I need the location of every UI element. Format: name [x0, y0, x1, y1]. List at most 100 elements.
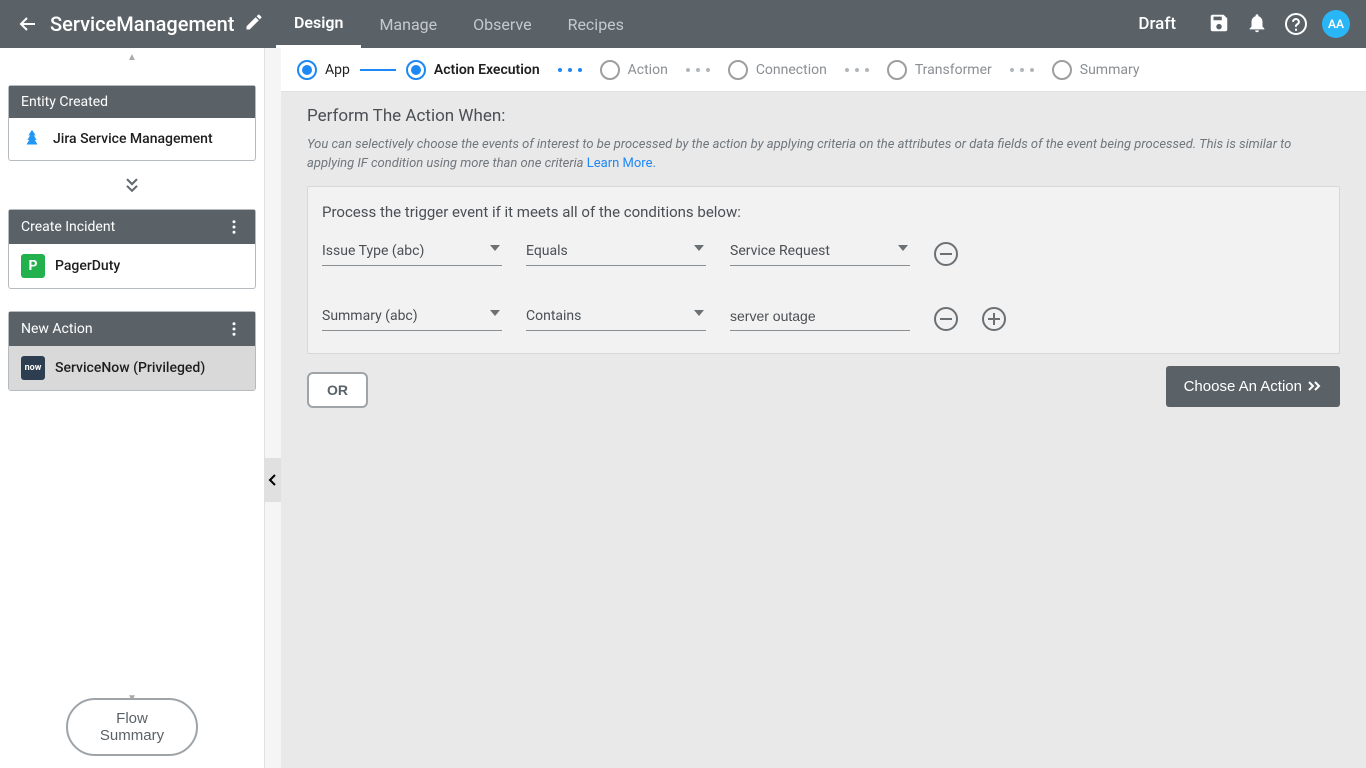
operator-dropdown[interactable]: Equals: [526, 239, 706, 266]
dropdown-caret-icon: [490, 245, 500, 251]
step-transformer[interactable]: Transformer: [887, 60, 992, 80]
attribute-dropdown[interactable]: Issue Type (abc): [322, 239, 502, 266]
splitter: [265, 48, 281, 768]
tab-design[interactable]: Design: [276, 0, 361, 48]
operator-value: Equals: [526, 239, 706, 265]
sidebar: ▲ Entity Created Jira Service Management: [0, 48, 265, 768]
panel-helper: You can selectively choose the events of…: [307, 136, 1340, 174]
flow-card-trigger[interactable]: Entity Created Jira Service Management: [8, 85, 256, 161]
dropdown-caret-icon: [694, 245, 704, 251]
chevron-down-icon: [8, 161, 256, 209]
flow-card-title: Entity Created: [21, 94, 108, 110]
tab-recipes[interactable]: Recipes: [550, 0, 642, 48]
dropdown-caret-icon: [490, 310, 500, 316]
flow-card-body: now ServiceNow (Privileged): [9, 346, 255, 390]
step-label: App: [325, 62, 350, 78]
step-label: Transformer: [915, 62, 992, 78]
tab-manage[interactable]: Manage: [361, 0, 455, 48]
flow-card-app: ServiceNow (Privileged): [55, 360, 205, 376]
flow-card-new-action[interactable]: New Action now ServiceNow (Privileged): [8, 311, 256, 391]
step-bar: App Action Execution Action Connection T…: [281, 48, 1366, 92]
step-circle-icon: [887, 60, 907, 80]
step-connection[interactable]: Connection: [728, 60, 827, 80]
step-action[interactable]: Action: [600, 60, 668, 80]
avatar[interactable]: AA: [1322, 10, 1350, 38]
flow-card-app: Jira Service Management: [53, 131, 213, 147]
topbar-left: ServiceManagement: [16, 12, 276, 36]
step-connector-dots: [550, 68, 590, 72]
step-circle-icon: [728, 60, 748, 80]
content-area: App Action Execution Action Connection T…: [281, 48, 1366, 768]
choose-action-label: Choose An Action: [1184, 378, 1302, 395]
help-icon[interactable]: [1284, 12, 1308, 36]
value-value: Service Request: [730, 239, 910, 265]
step-circle-icon: [600, 60, 620, 80]
panel-heading: Perform The Action When:: [307, 106, 1340, 126]
dropdown-caret-icon: [694, 310, 704, 316]
attribute-value: Issue Type (abc): [322, 239, 502, 265]
remove-row-button[interactable]: [934, 242, 958, 266]
step-connector-dots: [678, 68, 718, 72]
dropdown-caret-icon: [898, 245, 908, 251]
double-chevron-right-icon: [1308, 381, 1322, 391]
flow-card-body: Jira Service Management: [9, 118, 255, 160]
topbar: ServiceManagement Design Manage Observe …: [0, 0, 1366, 48]
workflow-title: ServiceManagement: [50, 12, 234, 36]
flow-card-header: New Action: [9, 312, 255, 346]
condition-row: Issue Type (abc) Equals Service Request: [322, 239, 1325, 266]
step-connector-dots: [1002, 68, 1042, 72]
remove-row-button[interactable]: [934, 307, 958, 331]
operator-value: Contains: [526, 304, 706, 330]
menu-dots-icon[interactable]: [225, 218, 243, 236]
step-label: Action: [628, 62, 668, 78]
step-label: Connection: [756, 62, 827, 78]
main-layout: ▲ Entity Created Jira Service Management: [0, 48, 1366, 768]
flow-card-header: Create Incident: [9, 210, 255, 244]
step-circle-icon: [1052, 60, 1072, 80]
condition-row: Summary (abc) Contains: [322, 304, 1325, 331]
save-icon[interactable]: [1208, 12, 1232, 36]
edit-icon[interactable]: [244, 12, 268, 36]
back-arrow-icon[interactable]: [16, 12, 40, 36]
value-input[interactable]: [730, 304, 910, 331]
step-label: Summary: [1080, 62, 1140, 78]
operator-dropdown[interactable]: Contains: [526, 304, 706, 331]
pagerduty-icon: P: [21, 254, 45, 278]
step-summary[interactable]: Summary: [1052, 60, 1140, 80]
scroll-up-arrow-icon[interactable]: ▲: [0, 48, 264, 67]
choose-action-button[interactable]: Choose An Action: [1166, 366, 1340, 407]
step-app[interactable]: App: [297, 60, 350, 80]
servicenow-icon: now: [21, 356, 45, 380]
jira-icon: [21, 128, 43, 150]
tab-observe[interactable]: Observe: [455, 0, 549, 48]
flow-card-body: P PagerDuty: [9, 244, 255, 288]
topbar-tabs: Design Manage Observe Recipes: [276, 0, 1138, 48]
flow-card-app: PagerDuty: [55, 258, 120, 274]
step-label: Action Execution: [434, 62, 540, 78]
attribute-value: Summary (abc): [322, 304, 502, 330]
conditions-box: Process the trigger event if it meets al…: [307, 186, 1340, 354]
or-button[interactable]: OR: [307, 372, 368, 408]
flow-card-title: New Action: [21, 321, 93, 337]
step-connector-line: [360, 69, 396, 71]
step-action-execution[interactable]: Action Execution: [406, 60, 540, 80]
step-circle-icon: [406, 60, 426, 80]
workflow-status: Draft: [1138, 14, 1176, 34]
attribute-dropdown[interactable]: Summary (abc): [322, 304, 502, 331]
flow-summary-button[interactable]: Flow Summary: [66, 698, 198, 756]
bell-icon[interactable]: [1246, 12, 1270, 36]
collapse-sidebar-button[interactable]: [265, 458, 281, 502]
add-row-button[interactable]: [982, 307, 1006, 331]
panel: Perform The Action When: You can selecti…: [281, 92, 1366, 422]
flow-card-title: Create Incident: [21, 219, 115, 235]
menu-dots-icon[interactable]: [225, 320, 243, 338]
learn-more-link[interactable]: Learn More.: [587, 156, 656, 171]
helper-text: You can selectively choose the events of…: [307, 137, 1291, 171]
step-circle-icon: [297, 60, 317, 80]
value-dropdown[interactable]: Service Request: [730, 239, 910, 266]
flow-card-action[interactable]: Create Incident P PagerDuty: [8, 209, 256, 289]
step-connector-dots: [837, 68, 877, 72]
flow-card-header: Entity Created: [9, 86, 255, 118]
topbar-right: Draft AA: [1138, 10, 1350, 38]
conditions-title: Process the trigger event if it meets al…: [322, 203, 1325, 221]
